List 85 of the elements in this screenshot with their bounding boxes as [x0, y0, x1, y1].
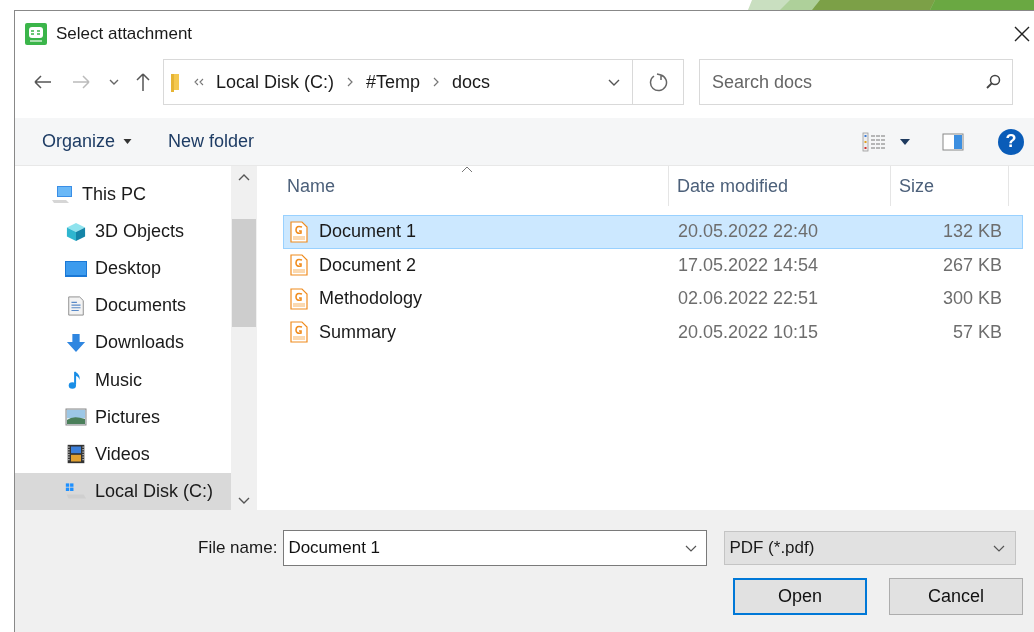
down-arrow-icon — [65, 333, 87, 353]
file-name: Methodology — [319, 288, 423, 310]
cube-icon — [65, 221, 87, 242]
file-name-field[interactable]: Document 1 — [283, 530, 708, 566]
date-cell-text: 02.06.2022 22:51 — [677, 288, 820, 310]
tree-item-label: 3D Objects — [95, 221, 185, 243]
tree-item[interactable]: Documents — [15, 287, 231, 325]
chevron-down-icon[interactable] — [685, 545, 698, 552]
computer-icon — [51, 184, 73, 205]
folder-icon — [170, 72, 180, 92]
sort-caret-icon — [461, 166, 473, 173]
breadcrumb-item[interactable]: #Temp — [366, 71, 421, 93]
open-button[interactable]: Open — [733, 578, 867, 615]
scroll-up-icon[interactable] — [238, 174, 250, 181]
document-icon — [65, 295, 87, 316]
chevron-down-icon[interactable] — [608, 78, 620, 86]
file-name: Document 2 — [319, 254, 417, 276]
scrollbar[interactable] — [231, 166, 257, 510]
size-cell-text: 300 KB — [941, 288, 1003, 310]
column-header[interactable]: Name — [287, 175, 335, 197]
monitor-icon — [65, 258, 87, 279]
chevron-down-icon[interactable] — [109, 79, 119, 85]
pdf-file-icon — [290, 321, 308, 344]
tree-item-label: Desktop — [95, 258, 162, 280]
tree-item[interactable]: 3D Objects — [15, 213, 231, 251]
tree-item[interactable]: This PC — [15, 176, 231, 214]
file-name-label: File name: — [198, 538, 278, 558]
pdf-file-icon — [290, 287, 308, 310]
search-field[interactable]: Search docs — [699, 59, 1013, 105]
tree-item-label: Documents — [95, 295, 187, 317]
file-name: Summary — [319, 321, 396, 343]
tree-item[interactable]: Local Disk (C:) — [15, 472, 231, 510]
file-row[interactable]: Methodology 02.06.2022 22:51 300 KB — [283, 282, 1023, 316]
tree-item-label: Local Disk (C:) — [95, 480, 214, 502]
scrollbar-thumb[interactable] — [232, 219, 256, 327]
file-type-dropdown[interactable]: PDF (*.pdf) — [724, 531, 1017, 565]
tree-item[interactable]: Downloads — [15, 324, 231, 362]
up-arrow-icon[interactable] — [135, 72, 151, 92]
tree-item[interactable]: Desktop — [15, 250, 231, 288]
help-button[interactable]: ? — [998, 128, 1024, 155]
column-header[interactable]: Size — [899, 175, 934, 197]
size-cell-text: 132 KB — [941, 221, 1003, 243]
preview-pane-icon[interactable] — [942, 132, 964, 151]
column-header[interactable]: Date modified — [677, 175, 789, 197]
address-bar[interactable]: Local Disk (C:) #Temp docs — [163, 59, 633, 105]
refresh-icon — [648, 72, 668, 92]
app-logo-icon — [25, 22, 47, 45]
date-cell-text: 20.05.2022 10:15 — [677, 321, 820, 343]
breadcrumb-item[interactable]: docs — [452, 71, 491, 93]
back-arrow-icon[interactable] — [33, 74, 53, 90]
close-icon[interactable] — [1014, 25, 1030, 42]
landscape-photo-icon — [65, 407, 87, 428]
size-cell-text: 267 KB — [941, 254, 1003, 276]
tree-item-label: This PC — [82, 184, 146, 206]
tree-item[interactable]: Pictures — [15, 398, 231, 436]
new-folder-button[interactable]: New folder — [159, 127, 264, 156]
tree-item-label: Videos — [95, 443, 150, 465]
file-name: Document 1 — [319, 221, 417, 243]
date-cell-text: 17.05.2022 14:54 — [677, 254, 820, 276]
dropdown-arrow-icon — [123, 139, 133, 144]
window-title: Select attachment — [56, 23, 193, 44]
scroll-down-icon[interactable] — [238, 497, 250, 504]
file-row[interactable]: Summary 20.05.2022 10:15 57 KB — [283, 315, 1023, 349]
date-cell-text: 20.05.2022 22:40 — [677, 221, 820, 243]
tree-item-label: Downloads — [95, 332, 185, 354]
pdf-file-icon — [290, 254, 308, 277]
chevron-right-icon — [433, 77, 440, 87]
tree-item-label: Pictures — [95, 406, 161, 428]
breadcrumb-item[interactable]: Local Disk (C:) — [216, 71, 335, 93]
tree-item-label: Music — [95, 369, 142, 391]
tree-item[interactable]: Videos — [15, 435, 231, 473]
size-cell-text: 57 KB — [951, 321, 1003, 343]
dropdown-arrow-icon[interactable] — [900, 138, 910, 145]
file-row[interactable]: Document 2 17.05.2022 14:54 267 KB — [283, 248, 1023, 282]
file-row[interactable]: Document 1 20.05.2022 22:40 132 KB — [283, 215, 1023, 249]
cancel-button[interactable]: Cancel — [889, 578, 1023, 615]
double-chevron-icon — [194, 78, 204, 86]
refresh-button[interactable] — [633, 59, 684, 105]
pdf-file-icon — [290, 220, 308, 243]
film-strip-icon — [65, 444, 87, 465]
chevron-down-icon — [993, 544, 1006, 552]
chevron-right-icon — [347, 77, 354, 87]
organize-menu-button[interactable]: Organize — [33, 127, 142, 156]
search-icon — [985, 74, 1001, 90]
tree-item[interactable]: Music — [15, 361, 231, 399]
